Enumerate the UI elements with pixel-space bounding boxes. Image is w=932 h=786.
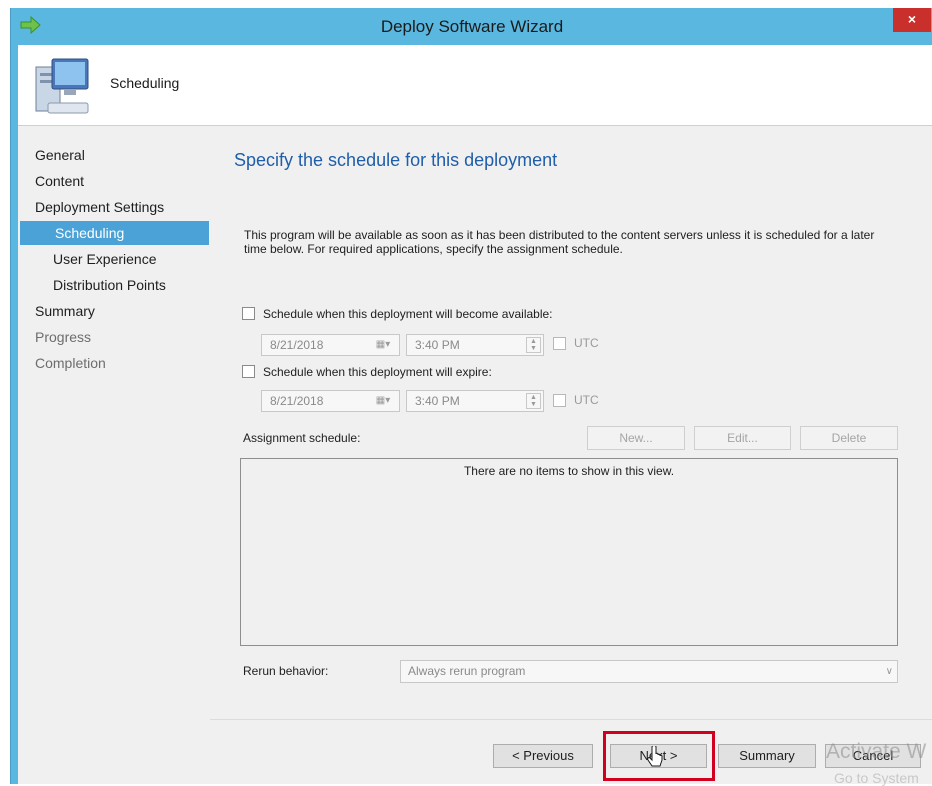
time-spinner-icon[interactable]: ▲ ▼: [526, 337, 541, 353]
sidebar-item-label: General: [35, 147, 85, 163]
available-utc-label: UTC: [574, 336, 599, 350]
available-utc-checkbox[interactable]: [553, 337, 566, 350]
close-button[interactable]: ×: [893, 8, 931, 32]
sidebar-item-label: Deployment Settings: [35, 199, 165, 215]
sidebar-item-label: Distribution Points: [53, 277, 166, 293]
footer-divider: [210, 719, 932, 720]
rerun-behavior-value: Always rerun program: [408, 664, 526, 678]
sidebar-item-distribution-points[interactable]: Distribution Points: [18, 273, 210, 297]
rerun-behavior-label: Rerun behavior:: [243, 664, 329, 678]
calendar-icon[interactable]: ▦▾: [369, 393, 397, 409]
sidebar-item-deployment-settings[interactable]: Deployment Settings: [18, 195, 210, 219]
available-date-picker[interactable]: 8/21/2018 ▦▾: [261, 334, 400, 356]
wizard-window: Deploy Software Wizard × Scheduling Gene…: [10, 8, 932, 786]
empty-list-message: There are no items to show in this view.: [463, 464, 675, 478]
schedule-expire-label: Schedule when this deployment will expir…: [263, 365, 492, 379]
chevron-down-icon: ∨: [885, 666, 893, 677]
sidebar-item-label: User Experience: [53, 251, 157, 267]
summary-button[interactable]: Summary: [718, 744, 816, 768]
sidebar-item-scheduling[interactable]: Scheduling: [20, 221, 209, 245]
expire-date-picker[interactable]: 8/21/2018 ▦▾: [261, 390, 400, 412]
expire-utc-checkbox[interactable]: [553, 394, 566, 407]
rerun-behavior-dropdown[interactable]: Always rerun program ∨: [400, 660, 898, 683]
wizard-banner: Scheduling: [18, 45, 932, 126]
hand-cursor-icon: [647, 746, 663, 767]
title-bar: Deploy Software Wizard ×: [11, 8, 932, 45]
expire-utc-label: UTC: [574, 393, 599, 407]
close-icon: ×: [907, 11, 917, 27]
sidebar-item-summary[interactable]: Summary: [18, 299, 210, 323]
schedule-available-checkbox[interactable]: [242, 307, 255, 320]
wizard-content: Specify the schedule for this deployment…: [210, 126, 932, 786]
sidebar-item-label: Scheduling: [55, 225, 125, 241]
calendar-icon[interactable]: ▦▾: [369, 337, 397, 353]
available-time-picker[interactable]: 3:40 PM ▲ ▼: [406, 334, 544, 356]
page-heading: Specify the schedule for this deployment: [234, 150, 558, 170]
sidebar-item-label: Progress: [35, 329, 92, 345]
schedule-expire-checkbox[interactable]: [242, 365, 255, 378]
computer-icon: [35, 58, 89, 114]
sidebar-item-label: Completion: [35, 355, 106, 371]
sidebar-item-label: Summary: [35, 303, 95, 319]
sidebar-item-label: Content: [35, 173, 85, 189]
previous-button[interactable]: < Previous: [493, 744, 593, 768]
available-time-value: 3:40 PM: [415, 338, 460, 352]
expire-time-picker[interactable]: 3:40 PM ▲ ▼: [406, 390, 544, 412]
expire-date-value: 8/21/2018: [270, 394, 324, 408]
delete-schedule-button[interactable]: Delete: [800, 426, 898, 450]
expire-time-value: 3:40 PM: [415, 394, 460, 408]
sidebar-item-completion: Completion: [18, 351, 210, 375]
sidebar-item-general[interactable]: General: [18, 143, 210, 167]
activation-watermark: Activate W: [826, 740, 927, 763]
sidebar-item-user-experience[interactable]: User Experience: [18, 247, 210, 271]
schedule-available-label: Schedule when this deployment will becom…: [263, 307, 553, 321]
new-schedule-button[interactable]: New...: [587, 426, 685, 450]
sidebar-item-content[interactable]: Content: [18, 169, 210, 193]
time-spinner-icon[interactable]: ▲ ▼: [526, 393, 541, 409]
wizard-sidebar: General Content Deployment Settings Sche…: [18, 126, 210, 784]
available-date-value: 8/21/2018: [270, 338, 324, 352]
assignment-schedule-label: Assignment schedule:: [243, 431, 361, 445]
assignment-schedule-list[interactable]: There are no items to show in this view.: [240, 458, 898, 646]
banner-title: Scheduling: [110, 75, 180, 91]
window-title: Deploy Software Wizard: [380, 17, 564, 36]
edit-schedule-button[interactable]: Edit...: [694, 426, 791, 450]
page-description: This program will be available as soon a…: [244, 228, 875, 256]
sidebar-item-progress: Progress: [18, 325, 210, 349]
